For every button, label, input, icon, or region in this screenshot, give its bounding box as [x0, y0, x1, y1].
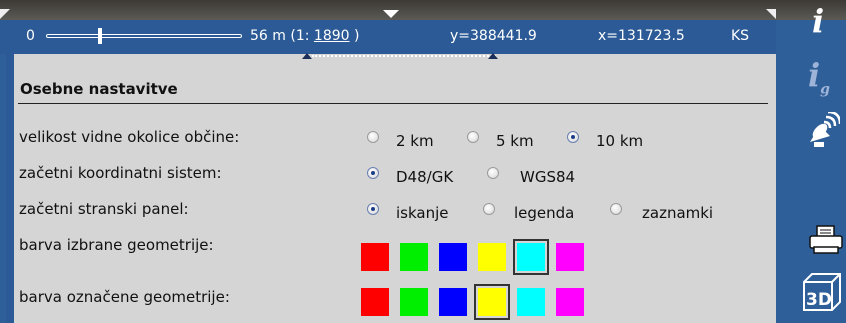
setting-label-area-size: velikost vidne okolice občine:	[19, 128, 240, 146]
handle-grip[interactable]	[312, 55, 496, 57]
scale-slider-track[interactable]	[46, 34, 242, 38]
handle-right-arrow	[488, 53, 498, 59]
panel-resize-handle[interactable]	[302, 53, 506, 62]
selected-color-red[interactable]	[361, 243, 389, 271]
info-gps-sub: g	[820, 81, 830, 98]
option-2km-label: 2 km	[396, 132, 434, 150]
option-iskanje-label: iskanje	[396, 204, 449, 222]
panel-title: Osebne nastavitve	[20, 80, 178, 98]
setting-label-side-panel: začetni stranski panel:	[19, 200, 189, 218]
scale-close: )	[354, 28, 360, 44]
setting-label-crs: začetni koordinatni sistem:	[19, 164, 222, 182]
radio-legenda[interactable]	[483, 203, 495, 215]
marked-color-red[interactable]	[361, 288, 389, 316]
marked-color-magenta[interactable]	[556, 288, 584, 316]
scale-min-label: 0	[26, 28, 35, 44]
corner-marker	[0, 9, 10, 19]
info-gps-icon[interactable]: ig	[808, 56, 830, 97]
selected-color-blue[interactable]	[439, 243, 467, 271]
x-coordinate: x=131723.5	[598, 28, 685, 44]
radio-wgs84[interactable]	[487, 167, 499, 179]
marked-color-blue[interactable]	[439, 288, 467, 316]
selected-color-cyan[interactable]	[513, 239, 549, 275]
radio-zaznamki[interactable]	[610, 203, 622, 215]
handle-left-arrow	[302, 53, 312, 59]
option-legenda-label: legenda	[514, 204, 575, 222]
selected-color-yellow[interactable]	[478, 243, 506, 271]
scale-slider-knob[interactable]	[98, 28, 102, 44]
satellite-dish-icon[interactable]	[806, 112, 840, 148]
marked-color-cyan[interactable]	[517, 288, 545, 316]
title-divider	[18, 103, 768, 104]
map-edge	[0, 0, 846, 20]
scale-readout: 56 m (1: 1890 )	[250, 28, 359, 44]
info-icon[interactable]: i	[812, 2, 824, 40]
corner-marker	[766, 9, 776, 19]
scale-ratio-link[interactable]: 1890	[314, 28, 350, 44]
setting-label-selected-color: barva izbrane geometrije:	[19, 236, 214, 254]
selected-color-magenta[interactable]	[556, 243, 584, 271]
radio-5km[interactable]	[467, 131, 479, 143]
selected-color-green[interactable]	[400, 243, 428, 271]
crs-code[interactable]: KS	[731, 28, 749, 44]
option-zaznamki-label: zaznamki	[642, 204, 714, 222]
option-wgs84-label: WGS84	[520, 168, 576, 186]
option-10km-label: 10 km	[596, 132, 644, 150]
scale-slider[interactable]	[46, 28, 242, 44]
option-5km-label: 5 km	[496, 132, 534, 150]
printer-icon[interactable]	[808, 225, 844, 255]
marked-color-yellow[interactable]	[474, 284, 510, 320]
scale-distance: 56 m (1:	[250, 28, 310, 44]
radio-d48gk[interactable]	[367, 167, 379, 179]
radio-2km[interactable]	[367, 131, 379, 143]
right-toolbar: i ig 3D	[776, 0, 846, 323]
status-bar: 0 56 m (1: 1890 ) y=388441.9 x=131723.5 …	[0, 20, 776, 54]
3d-view-icon[interactable]: 3D	[802, 272, 842, 312]
radio-10km[interactable]	[567, 131, 579, 143]
panel-toggle-arrow[interactable]	[383, 10, 399, 18]
3d-label: 3D	[806, 290, 832, 310]
option-d48gk-label: D48/GK	[396, 168, 454, 186]
y-coordinate: y=388441.9	[450, 28, 537, 44]
radio-iskanje[interactable]	[367, 203, 379, 215]
settings-panel: Osebne nastavitve velikost vidne okolice…	[6, 53, 776, 323]
marked-color-green[interactable]	[400, 288, 428, 316]
info-gps-glyph: i	[808, 56, 821, 94]
setting-label-marked-color: barva označene geometrije:	[19, 288, 230, 306]
